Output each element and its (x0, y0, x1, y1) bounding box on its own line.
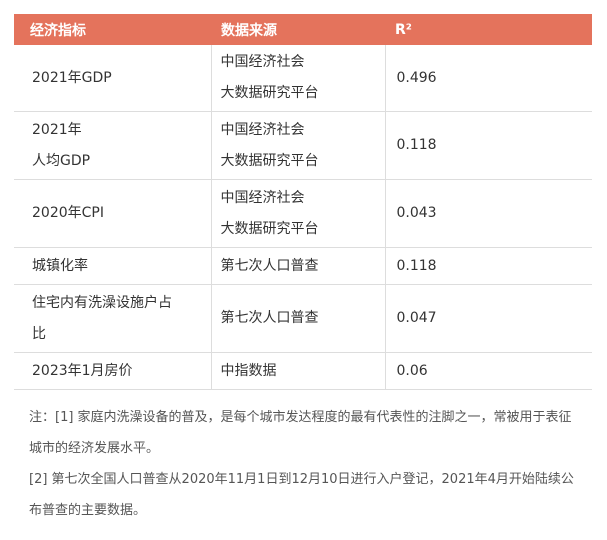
table-row: 2020年CPI 中国经济社会 大数据研究平台 0.043 (14, 179, 592, 248)
cell-source: 第七次人口普查 (211, 247, 386, 285)
cell-r2: 0.496 (385, 45, 592, 112)
table-row: 2023年1月房价 中指数据 0.06 (14, 352, 592, 390)
cell-indicator-line: 人均GDP (32, 152, 91, 169)
cell-r2: 0.118 (385, 111, 592, 180)
indicator-table: 经济指标 数据来源 R² 2021年GDP 中国经济社会 大数据研究平台 0.496 2… (14, 14, 592, 390)
cell-indicator-line: 城镇化率 (32, 257, 88, 274)
cell-source-line: 中指数据 (220, 362, 277, 379)
header-r2: R² (395, 21, 412, 38)
cell-r2-line: 0.496 (396, 69, 437, 86)
cell-indicator-line: 2021年GDP (32, 69, 112, 86)
cell-source-line: 大数据研究平台 (220, 152, 319, 169)
cell-r2-line: 0.043 (396, 205, 437, 221)
cell-r2-line: 0.118 (396, 137, 437, 153)
table-row: 2021年GDP 中国经济社会 大数据研究平台 0.496 (14, 45, 592, 112)
cell-source: 第七次人口普查 (211, 284, 386, 353)
cell-indicator: 2020年CPI (14, 179, 212, 248)
cell-source-line: 大数据研究平台 (220, 85, 319, 101)
table-row: 住宅内有洗澡设施户占比第七次人口普查 0.047 (14, 284, 592, 353)
cell-source-line: 中国经济社会 (220, 121, 305, 138)
header-source: 数据来源 (221, 22, 277, 39)
cell-indicator-line: 2021年 (32, 121, 82, 138)
cell-r2: 0.043 (385, 179, 592, 248)
cell-indicator: 住宅内有洗澡设施户占比 (14, 284, 212, 353)
footnotes: 注：[1] 家庭内洗澡设备的普及，是每个城市发达程度的最有代表性的注脚之一，常被… (29, 402, 584, 526)
header-indicator: 经济指标 (30, 22, 86, 39)
cell-source: 中国经济社会 大数据研究平台 (211, 179, 386, 248)
table-row: 2021年 人均GDP 中国经济社会 大数据研究平台 0.118 (14, 111, 592, 180)
cell-indicator: 2021年人均GDP (14, 111, 212, 180)
cell-r2-line: 0.118 (396, 257, 437, 274)
cell-indicator-line: 2020年CPI (32, 205, 104, 221)
table-container: 经济指标 数据来源 R² 2021年GDP 中国经济社会 大数据研究平台 0.496 2… (14, 14, 592, 390)
cell-r2: 0.047 (385, 284, 592, 353)
footnote-1: 注：[1] 家庭内洗澡设备的普及，是每个城市发达程度的最有代表性的注脚之一，常被… (29, 410, 572, 456)
cell-r2: 0.118 (385, 247, 592, 285)
table-row: 城镇化率 第七次人口普查 0.118 (14, 247, 592, 285)
cell-r2: 0.06 (385, 352, 592, 390)
cell-source: 中国经济社会 大数据研究平台 (211, 45, 386, 112)
cell-indicator-line: 住宅内有洗澡设施户占 (32, 294, 172, 311)
footnote-2: [2] 第七次全国人口普查从2020年11月1日到12月10日进行入户登记，20… (29, 472, 574, 518)
cell-source-line: 第七次人口普查 (220, 257, 319, 274)
cell-source-line: 中国经济社会 (220, 54, 305, 70)
cell-indicator-line: 比 (32, 325, 46, 342)
table-body: 2021年GDP 中国经济社会 大数据研究平台 0.496 2021年 人均GDP 中国经济… (14, 45, 592, 390)
cell-source: 中指数据 (211, 352, 386, 390)
table-header-row: 经济指标 数据来源 R² (14, 14, 592, 45)
cell-source: 中国经济社会 大数据研究平台 (211, 111, 386, 180)
cell-source-line: 第七次人口普查 (220, 310, 319, 326)
cell-indicator: 城镇化率 (14, 247, 212, 285)
cell-indicator-line: 2023年1月房价 (32, 362, 133, 379)
cell-source-line: 中国经济社会 (220, 189, 305, 206)
cell-indicator: 2021年GDP (14, 45, 212, 112)
cell-indicator: 2023年1月房价 (14, 352, 212, 390)
cell-r2-line: 0.047 (396, 310, 437, 326)
cell-r2-line: 0.06 (396, 362, 428, 379)
cell-source-line: 大数据研究平台 (220, 220, 319, 237)
